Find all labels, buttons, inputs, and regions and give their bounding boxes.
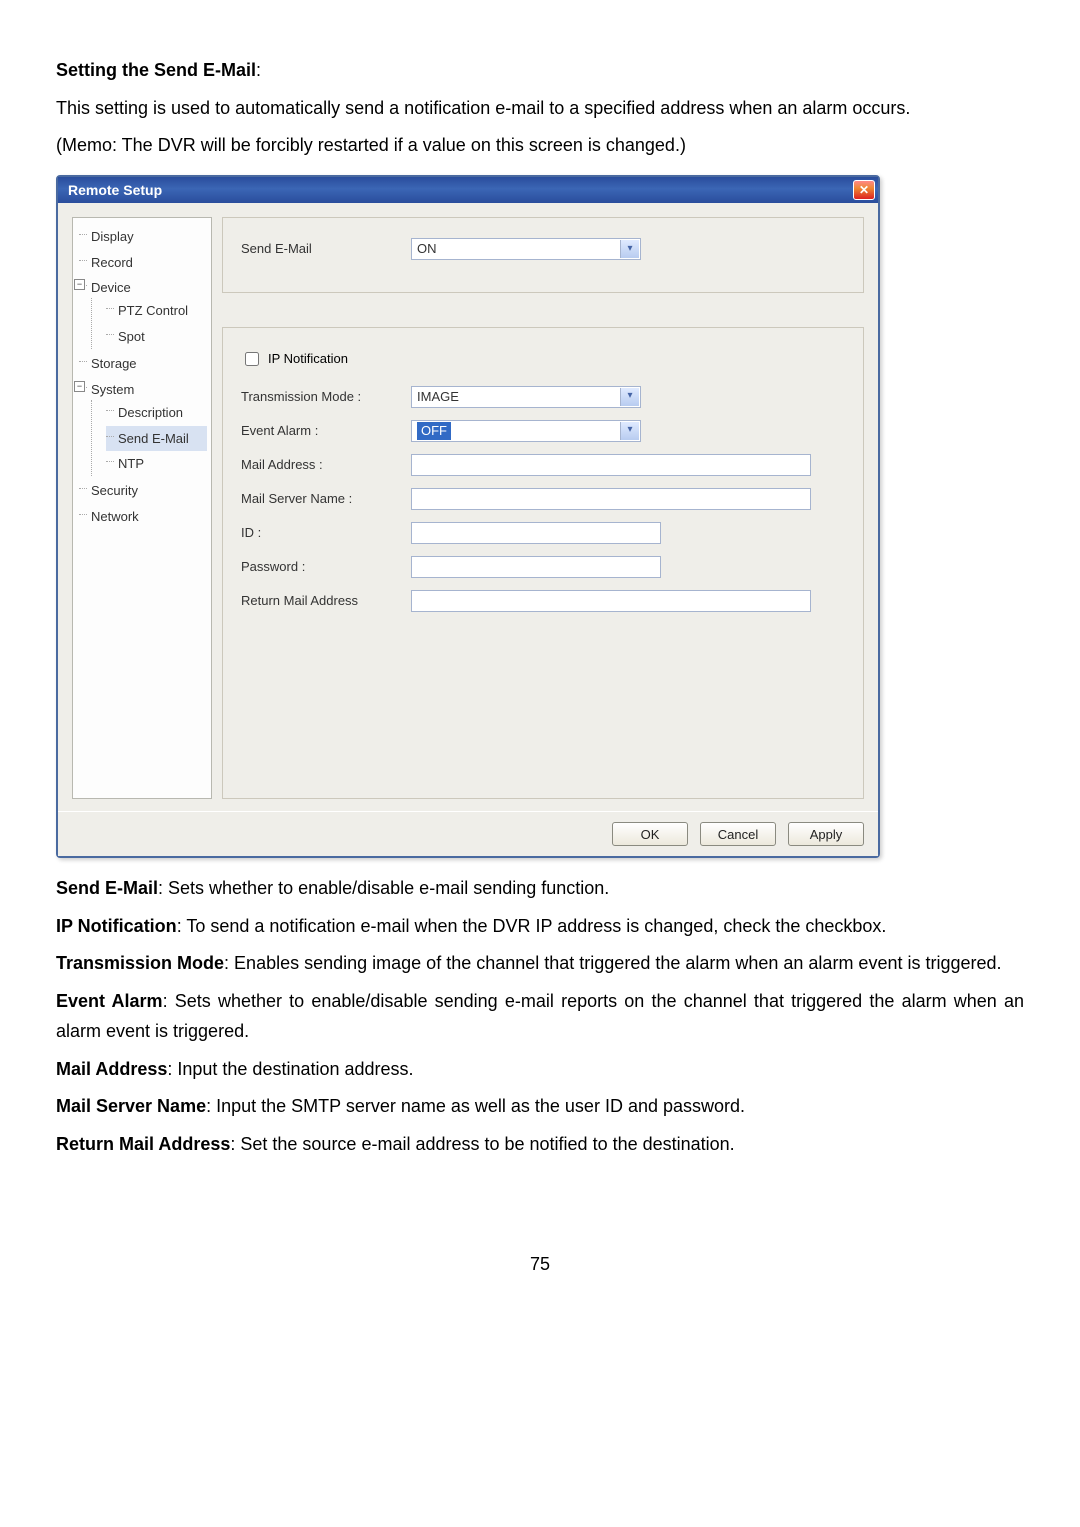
send-email-value: ON — [417, 238, 437, 259]
close-icon: ✕ — [859, 184, 869, 196]
id-input[interactable] — [411, 522, 661, 544]
intro-text-1: This setting is used to automatically se… — [56, 94, 1024, 124]
desc-return-mail-text: : Set the source e-mail address to be no… — [230, 1134, 734, 1154]
ip-notification-label: IP Notification — [268, 348, 348, 369]
chevron-down-icon: ▾ — [620, 240, 639, 258]
event-alarm-dropdown[interactable]: OFF ▾ — [411, 420, 641, 442]
chevron-down-icon: ▾ — [620, 388, 639, 406]
tree-item-display[interactable]: Display — [79, 224, 207, 249]
tree-item-description[interactable]: Description — [106, 400, 207, 425]
page-number: 75 — [56, 1250, 1024, 1280]
return-mail-input[interactable] — [411, 590, 811, 612]
apply-button[interactable]: Apply — [788, 822, 864, 846]
tree-item-device[interactable]: − Device PTZ Control Spot — [79, 275, 207, 351]
transmission-mode-value: IMAGE — [417, 386, 459, 407]
intro-text-2: (Memo: The DVR will be forcibly restarte… — [56, 131, 1024, 161]
mail-address-label: Mail Address : — [241, 454, 411, 475]
desc-mail-server-text: : Input the SMTP server name as well as … — [206, 1096, 745, 1116]
section-heading: Setting the Send E-Mail — [56, 60, 256, 80]
event-alarm-value: OFF — [417, 422, 451, 440]
navigation-tree[interactable]: Display Record − Device PTZ Control Spot… — [72, 217, 212, 799]
desc-transmission-mode-term: Transmission Mode — [56, 953, 224, 973]
desc-ip-notification-text: : To send a notification e-mail when the… — [177, 916, 887, 936]
password-input[interactable] — [411, 556, 661, 578]
desc-transmission-mode-text: : Enables sending image of the channel t… — [224, 953, 1001, 973]
chevron-down-icon: ▾ — [620, 422, 639, 440]
descriptions-block: Send E-Mail: Sets whether to enable/disa… — [56, 874, 1024, 1160]
tree-item-system[interactable]: − System Description Send E-Mail NTP — [79, 377, 207, 479]
send-email-label: Send E-Mail — [241, 238, 411, 259]
close-button[interactable]: ✕ — [853, 180, 875, 200]
password-label: Password : — [241, 556, 411, 577]
tree-item-network[interactable]: Network — [79, 504, 207, 529]
transmission-mode-dropdown[interactable]: IMAGE ▾ — [411, 386, 641, 408]
email-settings-group: IP Notification Transmission Mode : IMAG… — [222, 327, 864, 799]
desc-mail-server-term: Mail Server Name — [56, 1096, 206, 1116]
tree-item-spot[interactable]: Spot — [106, 324, 207, 349]
tree-item-record[interactable]: Record — [79, 250, 207, 275]
remote-setup-dialog: Remote Setup ✕ Display Record − Device P… — [56, 175, 880, 858]
desc-event-alarm-term: Event Alarm — [56, 991, 163, 1011]
send-email-dropdown[interactable]: ON ▾ — [411, 238, 641, 260]
desc-ip-notification-term: IP Notification — [56, 916, 177, 936]
tree-label-system: System — [91, 382, 134, 397]
event-alarm-label: Event Alarm : — [241, 420, 411, 441]
tree-item-ptz-control[interactable]: PTZ Control — [106, 298, 207, 323]
tree-item-security[interactable]: Security — [79, 478, 207, 503]
transmission-mode-label: Transmission Mode : — [241, 386, 411, 407]
cancel-button[interactable]: Cancel — [700, 822, 776, 846]
dialog-titlebar: Remote Setup ✕ — [58, 177, 878, 203]
tree-item-send-email[interactable]: Send E-Mail — [106, 426, 207, 451]
ok-button[interactable]: OK — [612, 822, 688, 846]
ip-notification-checkbox[interactable] — [245, 352, 259, 366]
desc-return-mail-term: Return Mail Address — [56, 1134, 230, 1154]
mail-address-input[interactable] — [411, 454, 811, 476]
tree-label-device: Device — [91, 280, 131, 295]
desc-send-email-text: : Sets whether to enable/disable e-mail … — [158, 878, 609, 898]
desc-mail-address-term: Mail Address — [56, 1059, 167, 1079]
desc-event-alarm-text: : Sets whether to enable/disable sending… — [56, 991, 1024, 1041]
id-label: ID : — [241, 522, 411, 543]
dialog-title: Remote Setup — [68, 179, 162, 202]
send-email-group: Send E-Mail ON ▾ — [222, 217, 864, 293]
tree-item-storage[interactable]: Storage — [79, 351, 207, 376]
collapse-icon[interactable]: − — [74, 381, 85, 392]
mail-server-label: Mail Server Name : — [241, 488, 411, 509]
dialog-footer: OK Cancel Apply — [58, 811, 878, 856]
mail-server-input[interactable] — [411, 488, 811, 510]
return-mail-label: Return Mail Address — [241, 590, 411, 611]
heading-colon: : — [256, 60, 261, 80]
tree-item-ntp[interactable]: NTP — [106, 451, 207, 476]
desc-mail-address-text: : Input the destination address. — [167, 1059, 413, 1079]
desc-send-email-term: Send E-Mail — [56, 878, 158, 898]
collapse-icon[interactable]: − — [74, 279, 85, 290]
